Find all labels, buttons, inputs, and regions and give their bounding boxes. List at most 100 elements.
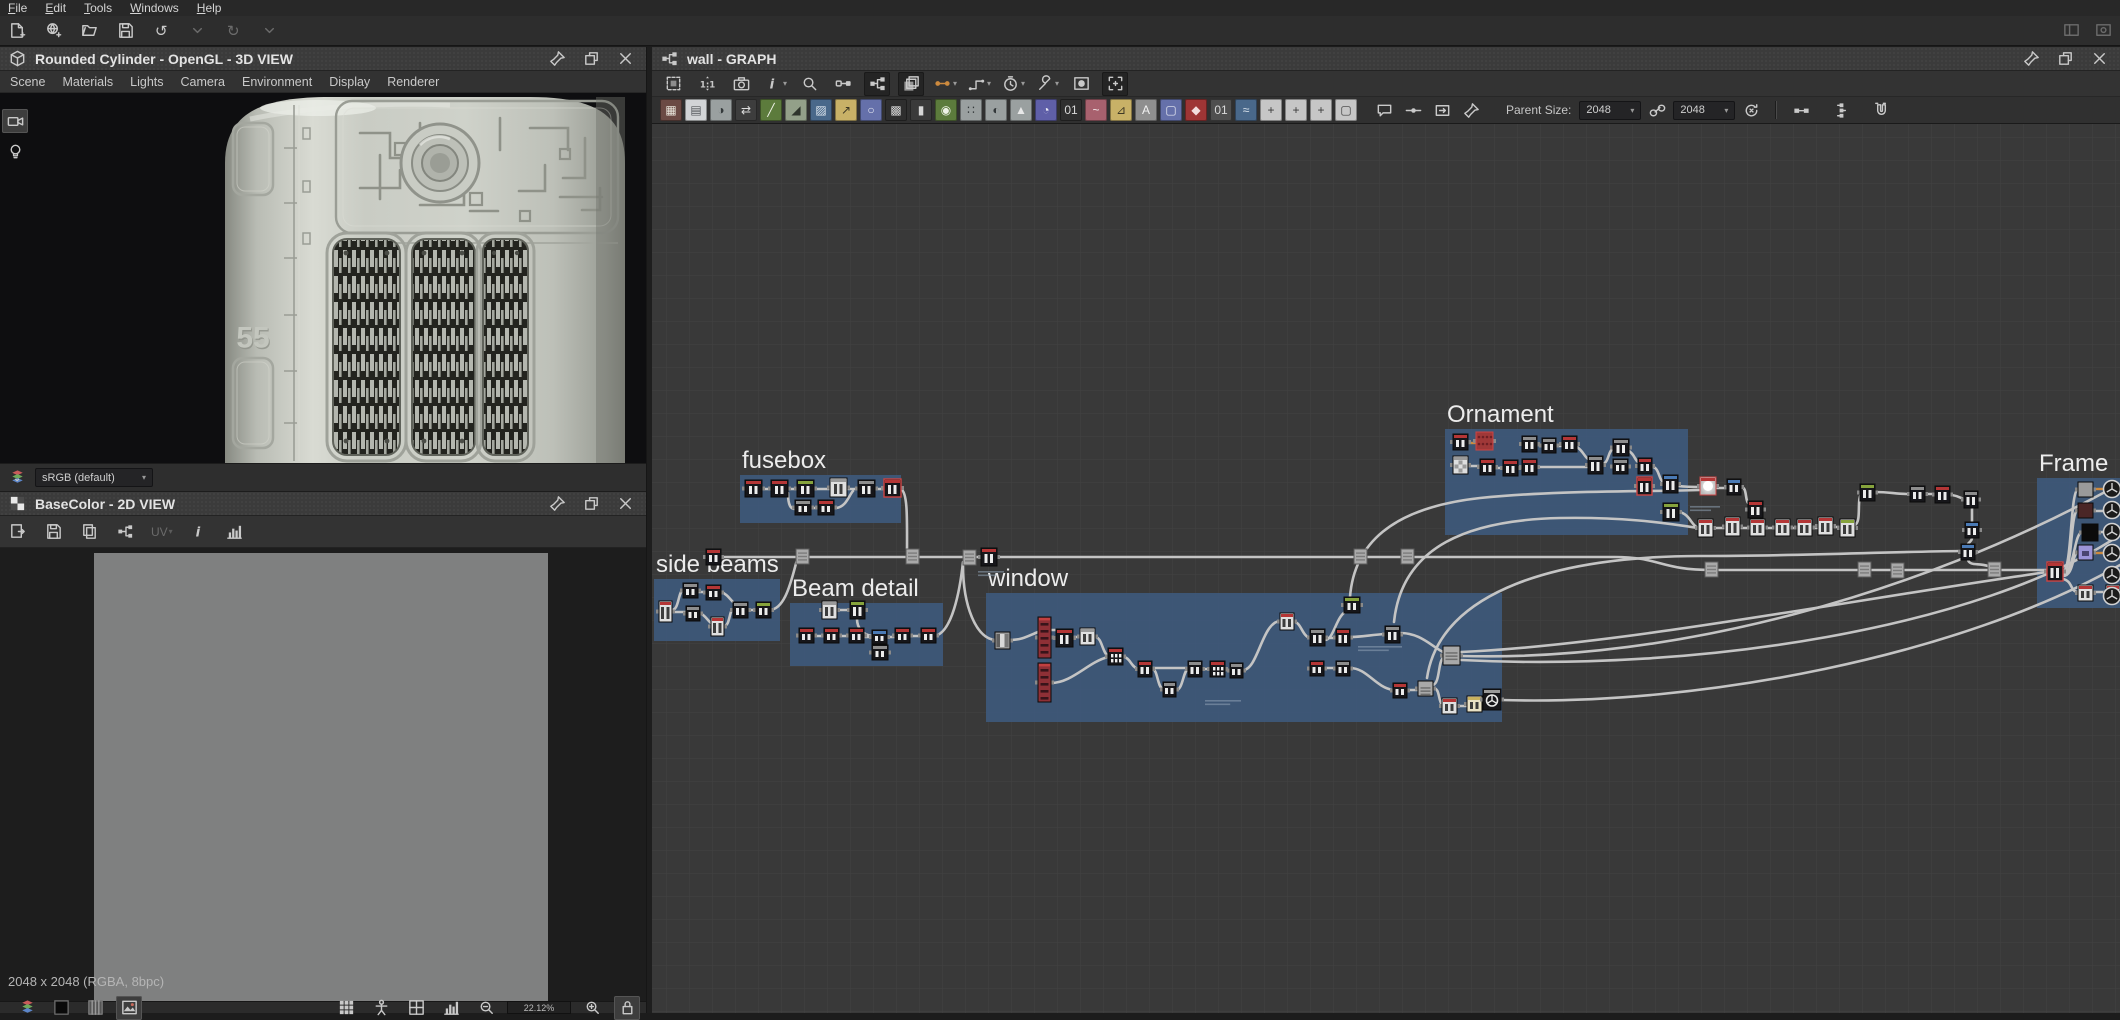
3dview-menu-display[interactable]: Display: [329, 75, 370, 89]
graph-node-d[interactable]: [680, 583, 701, 598]
chevron-down-button[interactable]: [184, 19, 210, 43]
graph-node-d[interactable]: [1907, 486, 1928, 502]
3dview-menu-renderer[interactable]: Renderer: [387, 75, 439, 89]
color-profile-button[interactable]: [14, 996, 40, 1020]
node-button-transformation-2d[interactable]: ▢: [1160, 99, 1182, 121]
graph-node-w[interactable]: [708, 617, 727, 636]
graph-node-g[interactable]: [2075, 482, 2096, 497]
3dview-menu-materials[interactable]: Materials: [62, 75, 113, 89]
graph-node-gc[interactable]: [1415, 681, 1436, 696]
tiling-button[interactable]: [403, 996, 429, 1020]
screenshot-button[interactable]: [728, 72, 754, 96]
graph-node-d[interactable]: [1160, 682, 1179, 697]
graph-node-drk[interactable]: [2075, 503, 2096, 518]
graph-node-chk[interactable]: [1450, 456, 1471, 474]
node-button-warp[interactable]: ≈: [1235, 99, 1257, 121]
3dview-menu-scene[interactable]: Scene: [10, 75, 45, 89]
node-button-histogram-scan[interactable]: ▲: [1010, 99, 1032, 121]
output-node[interactable]: [2104, 588, 2120, 605]
node-button-blend[interactable]: ◑: [710, 99, 732, 121]
graph-node-w[interactable]: [656, 601, 675, 622]
wire-dot-node[interactable]: [906, 549, 919, 564]
menu-help[interactable]: Help: [197, 1, 222, 15]
image-preview-button[interactable]: [116, 996, 142, 1020]
graph-node-w[interactable]: [1772, 519, 1793, 536]
character-button[interactable]: [368, 996, 394, 1020]
node-button-uniform-color[interactable]: ◆: [1185, 99, 1207, 121]
zoom-value[interactable]: 22.12%: [507, 1001, 571, 1014]
graph-node-dr[interactable]: [1559, 436, 1580, 452]
node-button-directional-warp[interactable]: ▨: [810, 99, 832, 121]
graph-node-w[interactable]: [1722, 517, 1743, 536]
graph-node-db[interactable]: [1660, 475, 1681, 493]
color-profile-dropdown[interactable]: sRGB (default) ▾: [35, 468, 153, 487]
new-package-button[interactable]: [4, 19, 30, 43]
graph-node-dr[interactable]: [1450, 434, 1471, 450]
graph-node-wg[interactable]: [1077, 628, 1098, 645]
menu-file[interactable]: File: [8, 1, 27, 15]
node-button-curve[interactable]: ╱: [760, 99, 782, 121]
output-node[interactable]: [2104, 481, 2120, 498]
graph-node-dr[interactable]: [703, 549, 724, 565]
node-button-directional-blur[interactable]: ◢: [785, 99, 807, 121]
graph-node-d[interactable]: [1539, 438, 1559, 453]
graph-node-dr[interactable]: [1053, 629, 1076, 647]
graph-node-d[interactable]: [792, 500, 814, 515]
3dview-menu-lights[interactable]: Lights: [130, 75, 163, 89]
graph-node-dg[interactable]: [753, 602, 774, 618]
3dview-menu-environment[interactable]: Environment: [242, 75, 312, 89]
canvas-2d-area[interactable]: 2048 x 2048 (RGBA, 8bpc): [0, 548, 646, 1001]
layout-switch-button[interactable]: [2058, 19, 2084, 43]
menu-edit[interactable]: Edit: [45, 1, 66, 15]
graph-node-lav[interactable]: [2075, 545, 2096, 560]
tiling-pattern-button[interactable]: [82, 996, 108, 1020]
close-button[interactable]: [612, 492, 638, 516]
output-node[interactable]: [2104, 524, 2120, 541]
wire-dot-node[interactable]: [1354, 549, 1367, 564]
graph-node-dg[interactable]: [794, 480, 817, 497]
expose-graph-button[interactable]: [864, 72, 890, 96]
graph-node-d[interactable]: [1585, 456, 1606, 474]
graph-node-dg[interactable]: [1341, 597, 1363, 613]
graph-canvas[interactable]: fuseboxside beamsBeam detailwindowOrname…: [652, 124, 2120, 1013]
reset-size-button[interactable]: [1738, 98, 1764, 122]
close-button[interactable]: [612, 47, 638, 71]
graph-node-w[interactable]: [1277, 613, 1297, 630]
menu-tools[interactable]: Tools: [84, 1, 112, 15]
wire-dot-node[interactable]: [963, 550, 976, 565]
connection-style-button[interactable]: ▾: [966, 72, 992, 96]
graph-node-dr[interactable]: [1500, 460, 1521, 476]
graph-node-dr[interactable]: [1390, 683, 1410, 698]
compact-connections-button[interactable]: [1788, 98, 1814, 122]
graph-node-dr[interactable]: [768, 480, 791, 497]
pin-button[interactable]: [544, 47, 570, 71]
graph-node-d[interactable]: [730, 602, 751, 618]
graph-node-glow[interactable]: [1697, 477, 1719, 495]
thumbnail-mode-button[interactable]: [1068, 72, 1094, 96]
graph-node-rt[interactable]: [1035, 617, 1054, 658]
search-button[interactable]: [796, 72, 822, 96]
graph-node-k[interactable]: [2079, 524, 2101, 541]
graph-node-dr[interactable]: [1519, 459, 1540, 475]
node-button-svg[interactable]: ▤: [685, 99, 707, 121]
graph-node-db[interactable]: [1962, 522, 1982, 538]
graph-node-dr[interactable]: [1333, 629, 1353, 646]
node-button-fx-map[interactable]: ○: [860, 99, 882, 121]
node-button-normal[interactable]: ◉: [935, 99, 957, 121]
output-node[interactable]: [2104, 502, 2120, 519]
graph-node-wheel[interactable]: [1480, 689, 1504, 710]
node-button-add-svg-resource[interactable]: +: [1285, 99, 1307, 121]
graph-node-dr[interactable]: [815, 500, 837, 515]
pin-button[interactable]: [2018, 47, 2044, 71]
graph-node-dr[interactable]: [1477, 459, 1498, 475]
wire-dot-node[interactable]: [1988, 562, 2001, 577]
layout-reset-button[interactable]: [2090, 19, 2116, 43]
viewport-3d[interactable]: 55 55: [0, 93, 646, 463]
node-button-spline[interactable]: ~: [1085, 99, 1107, 121]
node-button-symmetry-slice[interactable]: ⊿: [1110, 99, 1132, 121]
maximize-button[interactable]: [578, 47, 604, 71]
graph-node-d[interactable]: [1961, 491, 1981, 508]
graph-node-d[interactable]: [1333, 661, 1353, 676]
graph-node-dr[interactable]: [892, 628, 913, 643]
chevron-down-button[interactable]: [256, 19, 282, 43]
